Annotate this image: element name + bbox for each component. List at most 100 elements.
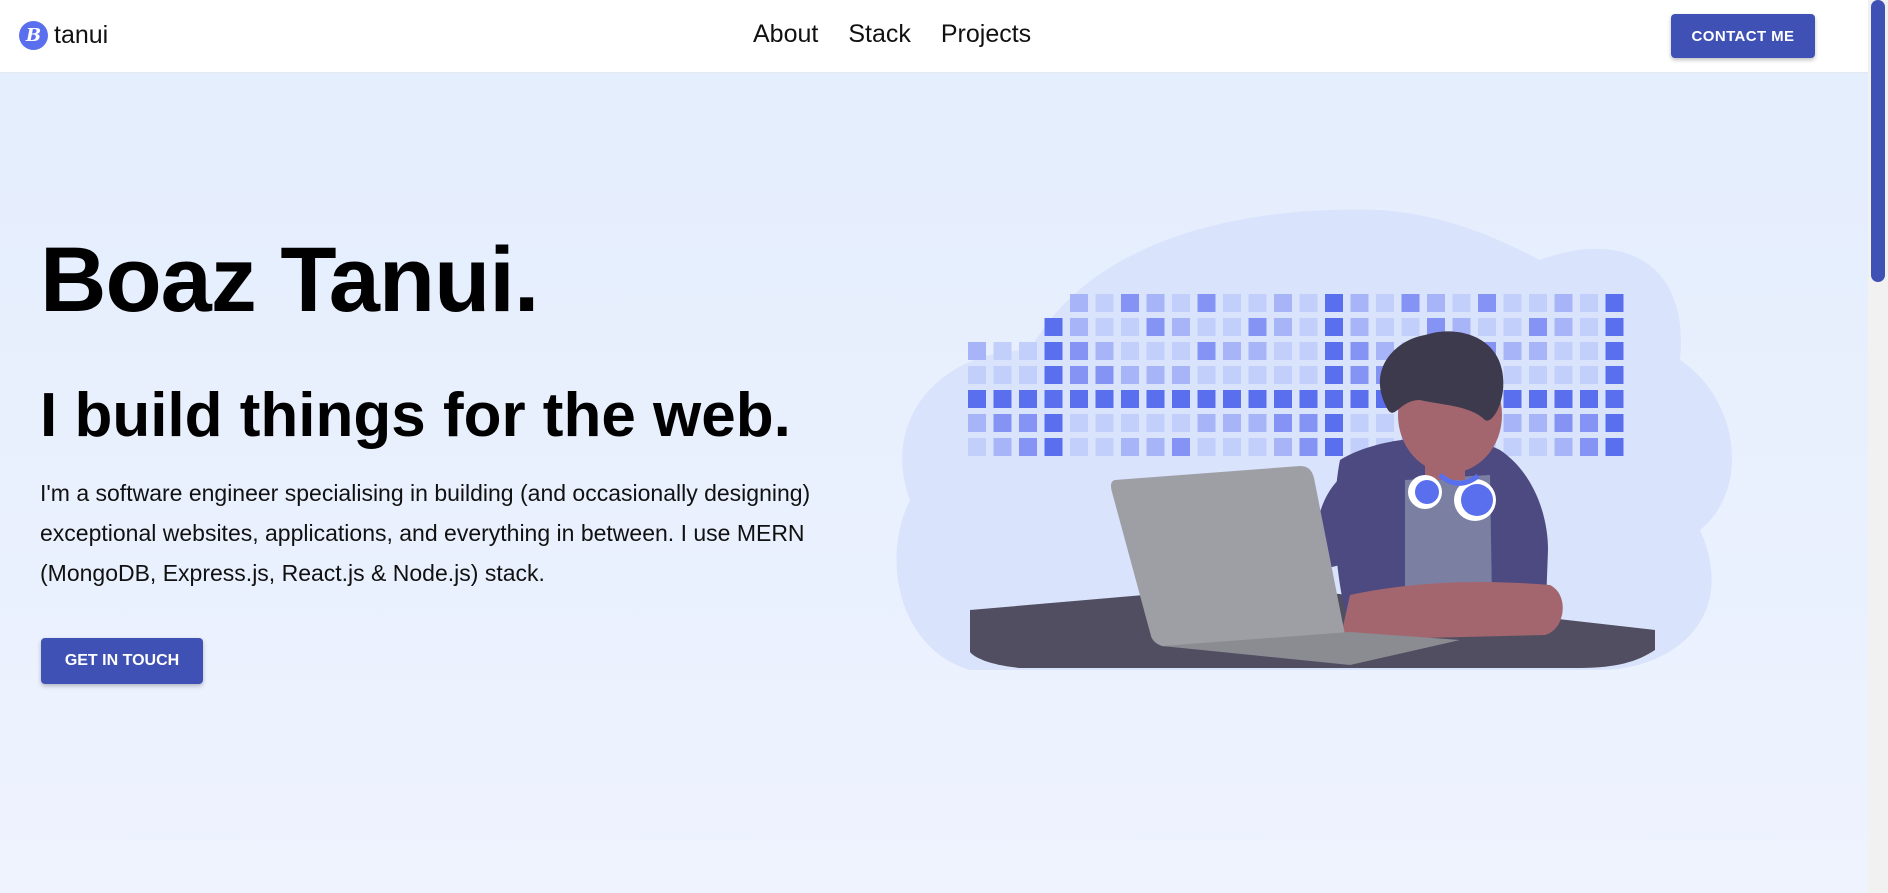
pixel-square — [1605, 318, 1624, 336]
pixel-square — [1274, 294, 1292, 312]
pixel-square — [1503, 390, 1522, 408]
pixel-square — [1554, 366, 1573, 384]
pixel-square — [1197, 414, 1216, 432]
pixel-square — [1044, 414, 1063, 432]
pixel-square — [1503, 342, 1522, 360]
nav-link-about[interactable]: About — [753, 20, 818, 49]
pixel-square — [1554, 390, 1573, 408]
pixel-square — [1299, 438, 1318, 456]
pixel-square — [1529, 342, 1547, 360]
pixel-square — [1299, 318, 1318, 336]
pixel-square — [1121, 390, 1139, 408]
pixel-square — [1376, 414, 1394, 432]
pixel-square — [1019, 390, 1037, 408]
pixel-square — [1376, 318, 1394, 336]
developer-illustration — [896, 209, 1733, 670]
pixel-square — [1376, 294, 1394, 312]
pixel-square — [993, 414, 1012, 432]
pixel-square — [1529, 294, 1547, 312]
pixel-square — [1350, 414, 1369, 432]
pixel-square — [993, 342, 1012, 360]
pixel-square — [1019, 414, 1037, 432]
pixel-square — [1197, 342, 1216, 360]
pixel-square — [1197, 294, 1216, 312]
pixel-square — [1146, 318, 1165, 336]
pixel-square — [968, 414, 986, 432]
pixel-square — [1274, 438, 1292, 456]
pixel-square — [993, 390, 1012, 408]
pixel-square — [1044, 342, 1063, 360]
pixel-square — [1248, 414, 1267, 432]
pixel-square — [1121, 366, 1139, 384]
hero-subtitle: I build things for the web. — [40, 381, 791, 450]
pixel-square — [1044, 366, 1063, 384]
pixel-square — [1299, 390, 1318, 408]
pixel-square — [1121, 318, 1139, 336]
pixel-square — [1554, 294, 1573, 312]
pixel-square — [1172, 366, 1190, 384]
scrollbar-thumb[interactable] — [1871, 0, 1885, 282]
pixel-square — [1580, 414, 1598, 432]
pixel-square — [1605, 438, 1624, 456]
pixel-square — [1580, 366, 1598, 384]
pixel-square — [1070, 342, 1088, 360]
nav-link-stack[interactable]: Stack — [848, 20, 911, 49]
pixel-square — [1146, 294, 1165, 312]
pixel-square — [1146, 342, 1165, 360]
pixel-square — [1223, 294, 1241, 312]
pixel-square — [1503, 366, 1522, 384]
pixel-square — [1350, 318, 1369, 336]
pixel-square — [1325, 390, 1343, 408]
pixel-square — [1172, 318, 1190, 336]
pixel-square — [1121, 438, 1139, 456]
pixel-square — [1478, 318, 1496, 336]
brand-logo-icon[interactable]: B — [19, 21, 48, 50]
pixel-square — [1172, 342, 1190, 360]
pixel-square — [1478, 294, 1496, 312]
pixel-square — [1325, 318, 1343, 336]
pixel-square — [1095, 318, 1114, 336]
scrollbar[interactable] — [1868, 0, 1888, 893]
pixel-square — [1554, 342, 1573, 360]
pixel-square — [1223, 366, 1241, 384]
pixel-square — [1299, 414, 1318, 432]
pixel-square — [1172, 294, 1190, 312]
pixel-square — [1044, 318, 1063, 336]
brand-name[interactable]: tanui — [54, 21, 108, 50]
pixel-square — [1019, 366, 1037, 384]
pixel-square — [1070, 414, 1088, 432]
pixel-square — [1350, 294, 1369, 312]
pixel-square — [1580, 438, 1598, 456]
pixel-square — [1070, 294, 1088, 312]
pixel-square — [1554, 438, 1573, 456]
get-in-touch-button[interactable]: GET IN TOUCH — [41, 638, 203, 684]
nav-link-projects[interactable]: Projects — [941, 20, 1031, 49]
pixel-square — [1095, 342, 1114, 360]
pixel-square — [1197, 318, 1216, 336]
navbar: B tanui About Stack Projects CONTACT ME — [0, 0, 1868, 73]
brand[interactable]: B tanui — [19, 21, 108, 50]
contact-me-button[interactable]: CONTACT ME — [1671, 14, 1815, 58]
pixel-square — [1503, 414, 1522, 432]
hero-description: I'm a software engineer specialising in … — [40, 480, 811, 586]
pixel-square — [1503, 318, 1522, 336]
pixel-square — [993, 366, 1012, 384]
pixel-square — [968, 342, 986, 360]
pixel-square — [1274, 366, 1292, 384]
pixel-square — [1197, 366, 1216, 384]
pixel-square — [1605, 414, 1624, 432]
pixel-square — [1095, 438, 1114, 456]
pixel-square — [1070, 318, 1088, 336]
pixel-square — [1503, 438, 1522, 456]
pixel-square — [1070, 438, 1088, 456]
pixel-square — [1146, 438, 1165, 456]
pixel-square — [1095, 366, 1114, 384]
pixel-square — [1325, 294, 1343, 312]
person-arm — [1340, 582, 1563, 640]
pixel-square — [1605, 294, 1624, 312]
pixel-square — [1427, 294, 1445, 312]
pixel-square — [1172, 390, 1190, 408]
pixel-square — [1197, 390, 1216, 408]
headphone-left — [1415, 480, 1439, 504]
pixel-square — [1325, 414, 1343, 432]
